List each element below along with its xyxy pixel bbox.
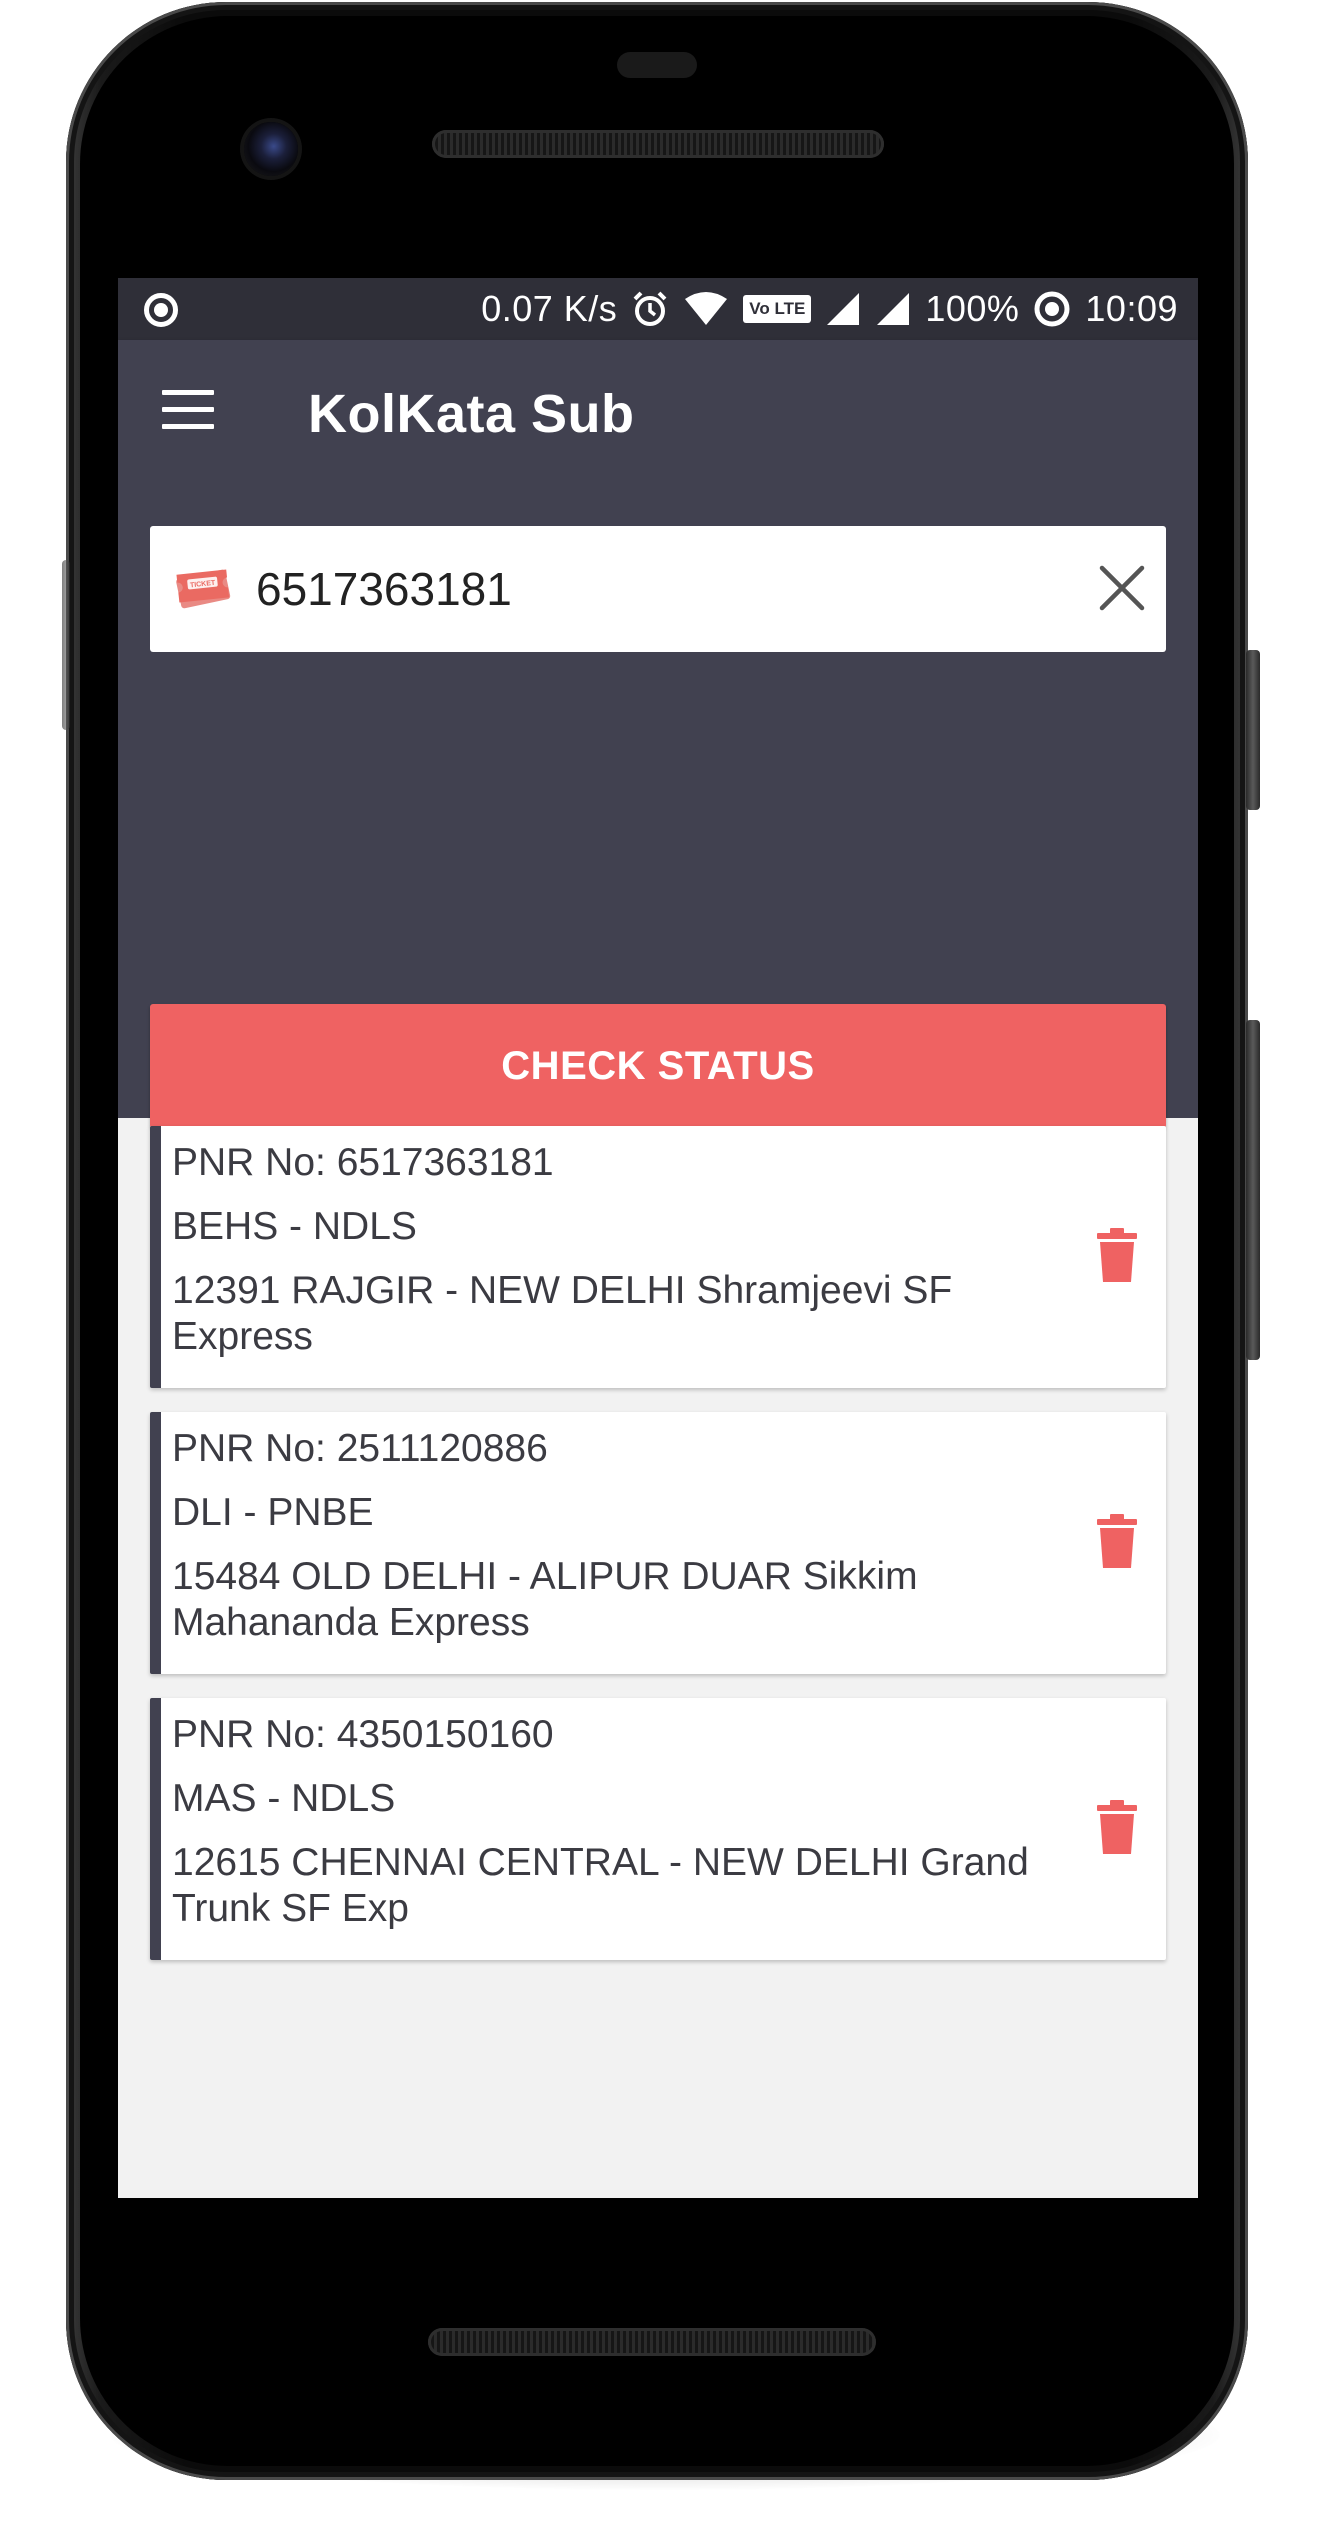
top-speaker-grille [432,130,884,158]
app-title: KolKata Sub [308,384,635,444]
volte-icon: Vo LTE [743,295,812,323]
pnr-search-box: TICKET [150,526,1166,652]
status-icons: 0.07 K/s Vo LTE 100% 10:09 [481,278,1178,340]
trash-icon[interactable] [1094,1800,1140,1854]
battery-saver-icon [1033,290,1071,328]
pnr-number: PNR No: 4350150160 [172,1713,554,1756]
pnr-number: PNR No: 6517363181 [172,1141,554,1184]
check-status-button[interactable]: CHECK STATUS [150,1004,1166,1128]
clock: 10:09 [1085,288,1178,329]
ticket-icon: TICKET [172,560,234,616]
network-speed: 0.07 K/s [481,288,618,329]
signal-icon [825,291,861,327]
wifi-icon [683,291,729,327]
trash-icon[interactable] [1094,1228,1140,1282]
status-bar: 0.07 K/s Vo LTE 100% 10:09 [118,278,1198,340]
bottom-speaker-grille [428,2328,876,2356]
pnr-history-list: PNR No: 6517363181 BEHS - NDLS 12391 RAJ… [150,1126,1166,1984]
power-button [1246,1020,1260,1360]
app-bar: KolKata Sub [118,340,1198,488]
pnr-input[interactable] [254,526,1054,652]
screen: 0.07 K/s Vo LTE 100% 10:09 KolKata Sub T… [118,278,1198,2198]
hamburger-menu-icon[interactable] [162,390,214,430]
search-panel: TICKET CHECK STATUS [118,488,1198,1128]
signal-icon [875,291,911,327]
record-icon [144,293,178,327]
close-icon[interactable] [1096,562,1148,614]
route: BEHS - NDLS [172,1205,417,1248]
list-item[interactable]: PNR No: 6517363181 BEHS - NDLS 12391 RAJ… [150,1126,1166,1388]
train-name: 12615 CHENNAI CENTRAL - NEW DELHI Grand … [172,1841,1029,1930]
volume-button [1246,650,1260,810]
train-name: 12391 RAJGIR - NEW DELHI Shramjeevi SF E… [172,1269,953,1358]
alarm-icon [631,290,669,328]
pnr-number: PNR No: 2511120886 [172,1427,548,1470]
frame-edge-left [62,560,70,730]
list-item[interactable]: PNR No: 2511120886 DLI - PNBE 15484 OLD … [150,1412,1166,1674]
train-name: 15484 OLD DELHI - ALIPUR DUAR Sikkim Mah… [172,1555,918,1644]
front-camera [244,122,298,176]
earpiece-slot [617,52,697,78]
route: MAS - NDLS [172,1777,396,1820]
battery-level: 100% [925,288,1020,329]
trash-icon[interactable] [1094,1514,1140,1568]
list-item[interactable]: PNR No: 4350150160 MAS - NDLS 12615 CHEN… [150,1698,1166,1960]
route: DLI - PNBE [172,1491,374,1534]
